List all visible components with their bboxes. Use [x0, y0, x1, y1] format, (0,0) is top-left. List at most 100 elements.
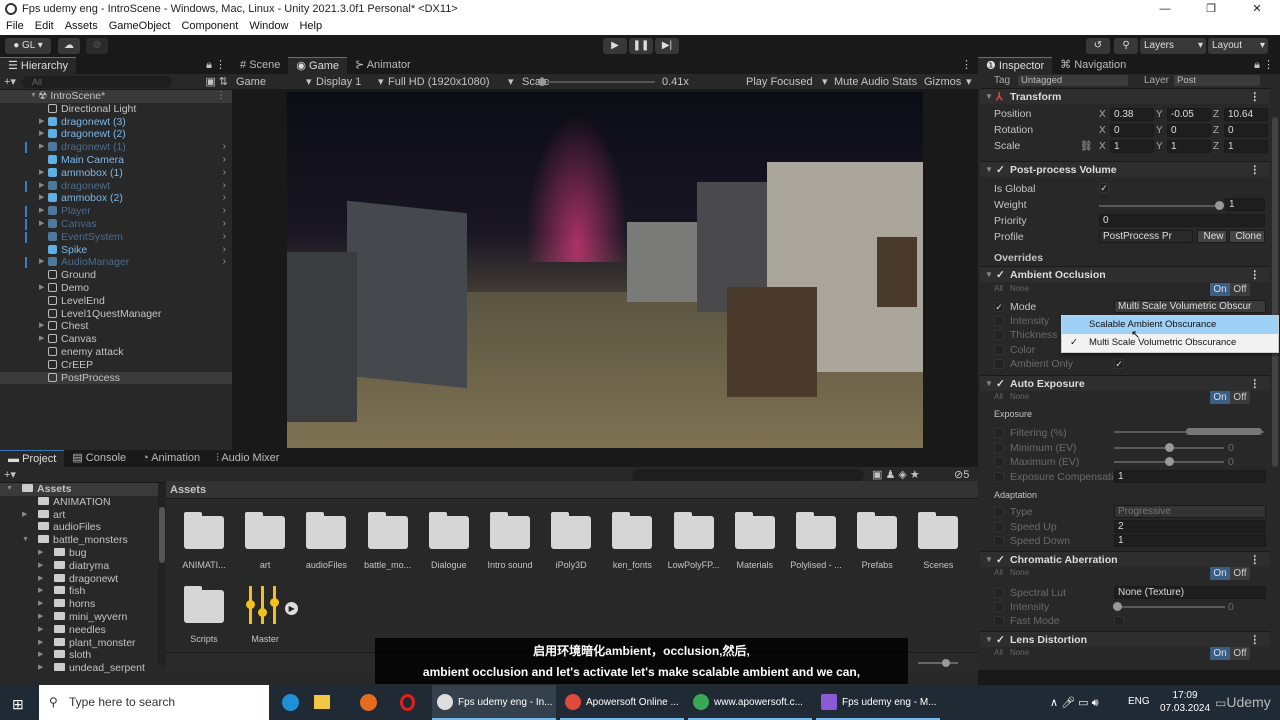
tag-dropdown[interactable]: Untagged [1018, 75, 1128, 86]
open-prefab-chevron-icon[interactable]: › [223, 180, 226, 193]
rotation-x-field[interactable]: 0 [1110, 124, 1154, 137]
speed-down-field[interactable]: 1 [1114, 534, 1266, 547]
more-options-icon[interactable]: ⋮ [1250, 89, 1261, 105]
hidden-packages-toggle[interactable]: ⊘5 [954, 468, 969, 481]
on-off-toggle[interactable]: On Off [1210, 647, 1250, 660]
asset-label[interactable]: iPoly3D [540, 560, 602, 570]
expand-arrow-icon[interactable]: ▶ [39, 282, 44, 295]
expand-arrow-icon[interactable]: ▶ [38, 547, 43, 560]
asset-label[interactable]: Dialogue [418, 560, 480, 570]
stats-toggle[interactable]: Stats [892, 76, 917, 88]
slider-knob[interactable] [1165, 443, 1174, 452]
windows-start-icon[interactable]: ⊞ [12, 696, 24, 713]
expand-arrow-icon[interactable]: ▶ [38, 662, 43, 675]
expand-arrow-icon[interactable]: ▶ [38, 611, 43, 624]
transform-header[interactable]: ▼ Transform ⋮ ⅄ [980, 88, 1270, 104]
minimum-slider[interactable] [1114, 443, 1224, 452]
tab-navigation[interactable]: ⌘ Navigation [1052, 57, 1134, 74]
ca-intensity-slider[interactable] [1113, 602, 1225, 611]
fast-mode-checkbox[interactable] [1114, 616, 1124, 626]
tab-console[interactable]: ▤ Console [64, 450, 134, 467]
menu-gameobject[interactable]: GameObject [109, 18, 171, 35]
ambient-occlusion-header[interactable]: ▼ ✓ Ambient Occlusion ⋮ [980, 266, 1270, 282]
dropdown-option[interactable]: ✓ Multi Scale Volumetric Obscurance [1062, 334, 1278, 352]
tab-scene[interactable]: # Scene [232, 57, 288, 74]
expand-arrow-icon[interactable]: ▼ [6, 483, 13, 496]
view-dropdown[interactable]: Game [236, 76, 306, 88]
tree-scrollbar[interactable] [158, 483, 166, 665]
audio-mixer-icon[interactable] [246, 586, 282, 626]
scene-root[interactable]: ▼ ☢ IntroScene* ⋮ [0, 90, 232, 103]
mode-override-checkbox[interactable]: ✓ [994, 302, 1004, 312]
folder-icon[interactable] [796, 512, 836, 549]
menu-assets[interactable]: Assets [65, 18, 98, 35]
menu-component[interactable]: Component [181, 18, 238, 35]
speed-down-override-checkbox[interactable] [994, 536, 1004, 546]
foldout-arrow-icon[interactable]: ▼ [985, 552, 993, 568]
system-tray-icons[interactable]: ∧ 🎤︎ ▭ 🔊︎ [1050, 696, 1099, 710]
display-dropdown[interactable]: Display 1 [316, 76, 378, 88]
collab-icon[interactable]: ⚙ [86, 38, 108, 54]
slider-knob[interactable] [1165, 457, 1174, 466]
filtering-override-checkbox[interactable] [994, 428, 1004, 438]
clock[interactable]: 17:09 07.03.2024 [1160, 689, 1210, 715]
taskbar-app-visual-studio[interactable]: Fps udemy eng - M... [816, 685, 940, 720]
folder-icon[interactable] [245, 512, 286, 549]
enabled-checkbox[interactable]: ✓ [996, 552, 1005, 568]
tab-audio-mixer[interactable]: ⫶ Audio Mixer [208, 450, 287, 467]
folder-icon[interactable] [184, 512, 224, 549]
play-focused-dropdown[interactable]: Play Focused [746, 76, 813, 88]
spectral-lut-field[interactable]: None (Texture) [1114, 586, 1266, 599]
tab-project[interactable]: ▬ Project [0, 450, 65, 467]
priority-field[interactable]: 0 [1099, 214, 1265, 227]
inspector-scrollbar[interactable] [1272, 117, 1278, 467]
post-process-volume-header[interactable]: ▼ ✓ Post-process Volume ⋮ [980, 161, 1270, 177]
project-tree-item[interactable]: ▶ bug [0, 547, 158, 560]
speed-up-override-checkbox[interactable] [994, 522, 1004, 532]
asset-label[interactable]: audioFiles [295, 560, 357, 570]
ambient-only-checkbox[interactable]: ✓ [1114, 359, 1124, 369]
folder-icon[interactable] [306, 512, 347, 549]
hierarchy-item[interactable]: ▶ dragonewt (1) › [0, 141, 232, 154]
asset-label[interactable]: Prefabs [846, 560, 908, 570]
pause-button[interactable]: ❚❚ [629, 38, 653, 54]
project-tree-item[interactable]: ▶ horns [0, 598, 158, 611]
constrain-proportions-icon[interactable]: ⛓ [1080, 141, 1093, 152]
folder-icon[interactable] [734, 512, 775, 549]
project-tree-item[interactable]: audioFiles [0, 521, 158, 534]
search-icon[interactable]: ⚲ [1114, 38, 1138, 54]
on-button[interactable]: On [1210, 283, 1230, 296]
enabled-checkbox[interactable]: ✓ [996, 632, 1005, 648]
taskbar-app-chrome[interactable]: www.apowersoft.c... [688, 685, 812, 720]
hierarchy-item[interactable]: Ground [0, 269, 232, 282]
asset-label[interactable]: ANIMATI... [173, 560, 235, 570]
play-button[interactable]: ▶ [603, 38, 627, 54]
opera-icon[interactable] [400, 694, 415, 711]
scale-slider[interactable] [538, 78, 655, 86]
more-options-icon[interactable]: ⋮ [1250, 162, 1261, 178]
expand-arrow-icon[interactable]: ▶ [39, 320, 44, 333]
tab-animator[interactable]: ⊱ Animator [347, 57, 419, 74]
expand-arrow-icon[interactable]: ▶ [39, 333, 44, 346]
menu-edit[interactable]: Edit [35, 18, 54, 35]
auto-exposure-header[interactable]: ▼ ✓ Auto Exposure ⋮ [980, 375, 1270, 391]
layers-dropdown[interactable]: Layers ▾ [1140, 38, 1206, 54]
create-button[interactable]: +▾ [4, 468, 16, 481]
hierarchy-item[interactable]: ▶ ammobox (2) › [0, 192, 232, 205]
intensity-override-checkbox[interactable] [994, 316, 1004, 326]
expand-arrow-icon[interactable]: ▼ [22, 534, 29, 547]
off-button[interactable]: Off [1230, 391, 1250, 404]
scale-z-field[interactable]: 1 [1224, 140, 1268, 153]
enabled-checkbox[interactable]: ✓ [996, 162, 1005, 178]
clone-profile-button[interactable]: Clone [1229, 230, 1265, 243]
project-tree-item[interactable]: ▶ art [0, 509, 158, 522]
menu-window[interactable]: Window [249, 18, 288, 35]
tab-hierarchy[interactable]: ☰ Hierarchy [0, 57, 76, 74]
hierarchy-item[interactable]: Directional Light [0, 103, 232, 116]
tab-animation[interactable]: ◔ Animation [134, 450, 208, 467]
hierarchy-item[interactable]: ▶ Canvas [0, 333, 232, 346]
more-options-icon[interactable]: ⋮ [1250, 632, 1261, 648]
new-profile-button[interactable]: New [1197, 230, 1227, 243]
asset-label[interactable]: ken_fonts [601, 560, 663, 570]
minimize-button[interactable]: — [1142, 0, 1188, 18]
